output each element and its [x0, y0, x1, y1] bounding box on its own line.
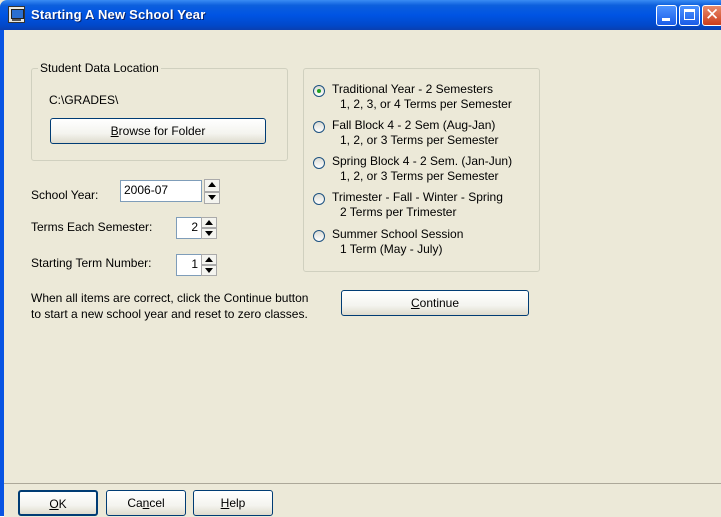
- browse-mnemonic: B: [110, 124, 119, 138]
- ok-label: OK: [49, 497, 67, 511]
- spin-down-icon[interactable]: [201, 265, 217, 276]
- radio-fall-block[interactable]: [313, 121, 325, 133]
- data-location-group: Student Data Location: [31, 61, 288, 161]
- radio-spring-block[interactable]: [313, 157, 325, 169]
- spin-up-icon[interactable]: [201, 254, 217, 265]
- browse-folder-button[interactable]: Browse for Folder: [50, 118, 266, 144]
- data-path-text: C:\GRADES\: [49, 93, 119, 107]
- radio-detail: 1, 2, or 3 Terms per Semester: [340, 133, 499, 147]
- continue-label: Continue: [410, 296, 460, 310]
- radio-label[interactable]: Traditional Year - 2 Semesters: [332, 82, 493, 96]
- ok-button[interactable]: OK: [18, 490, 98, 516]
- starting-term-number-spinner[interactable]: [201, 254, 217, 276]
- radio-label[interactable]: Fall Block 4 - 2 Sem (Aug-Jan): [332, 118, 495, 132]
- instructions-line-1: When all items are correct, click the Co…: [31, 291, 309, 305]
- browse-label: rowse for Folder: [118, 124, 206, 138]
- computer-app-icon: [8, 6, 25, 23]
- terms-each-semester-input[interactable]: 2: [176, 217, 202, 239]
- spin-down-icon[interactable]: [204, 191, 220, 204]
- spin-up-icon[interactable]: [204, 179, 220, 192]
- spin-down-icon[interactable]: [201, 228, 217, 239]
- radio-detail: 2 Terms per Trimester: [340, 205, 457, 219]
- radio-detail: 1, 2, 3, or 4 Terms per Semester: [340, 97, 512, 111]
- school-year-label: School Year:: [31, 188, 99, 202]
- window-title: Starting A New School Year: [31, 7, 206, 22]
- radio-label[interactable]: Trimester - Fall - Winter - Spring: [332, 190, 503, 204]
- starting-term-number-label: Starting Term Number:: [31, 256, 152, 270]
- cancel-button[interactable]: Cancel: [106, 490, 186, 516]
- spin-up-icon[interactable]: [201, 217, 217, 228]
- continue-button[interactable]: Continue: [341, 290, 529, 316]
- instructions-line-2: to start a new school year and reset to …: [31, 307, 308, 321]
- data-location-legend: Student Data Location: [38, 61, 161, 75]
- help-label: Help: [220, 496, 246, 510]
- window-left-border: [0, 30, 4, 516]
- radio-label[interactable]: Spring Block 4 - 2 Sem. (Jan-Jun): [332, 154, 512, 168]
- close-icon: ✕: [705, 5, 720, 25]
- radio-trimester[interactable]: [313, 193, 325, 205]
- terms-each-semester-label: Terms Each Semester:: [31, 220, 153, 234]
- radio-summer-school[interactable]: [313, 230, 325, 242]
- radio-label[interactable]: Summer School Session: [332, 227, 463, 241]
- cancel-label: Cancel: [127, 496, 165, 510]
- minimize-icon: [662, 18, 670, 21]
- terms-each-semester-spinner[interactable]: [201, 217, 217, 239]
- dialog-window: Starting A New School Year ✕ Student Dat…: [0, 0, 721, 517]
- school-year-spinner[interactable]: [204, 179, 220, 204]
- radio-detail: 1, 2, or 3 Terms per Semester: [340, 169, 499, 183]
- school-year-input[interactable]: 2006-07: [120, 180, 202, 202]
- radio-traditional-year[interactable]: [313, 85, 325, 97]
- minimize-button[interactable]: [656, 5, 677, 26]
- starting-term-number-input[interactable]: 1: [176, 254, 202, 276]
- help-button[interactable]: Help: [193, 490, 273, 516]
- title-bar[interactable]: Starting A New School Year ✕: [0, 0, 721, 30]
- radio-detail: 1 Term (May - July): [340, 242, 443, 256]
- maximize-button[interactable]: [679, 5, 700, 26]
- maximize-icon: [684, 9, 695, 20]
- close-button[interactable]: ✕: [702, 5, 721, 26]
